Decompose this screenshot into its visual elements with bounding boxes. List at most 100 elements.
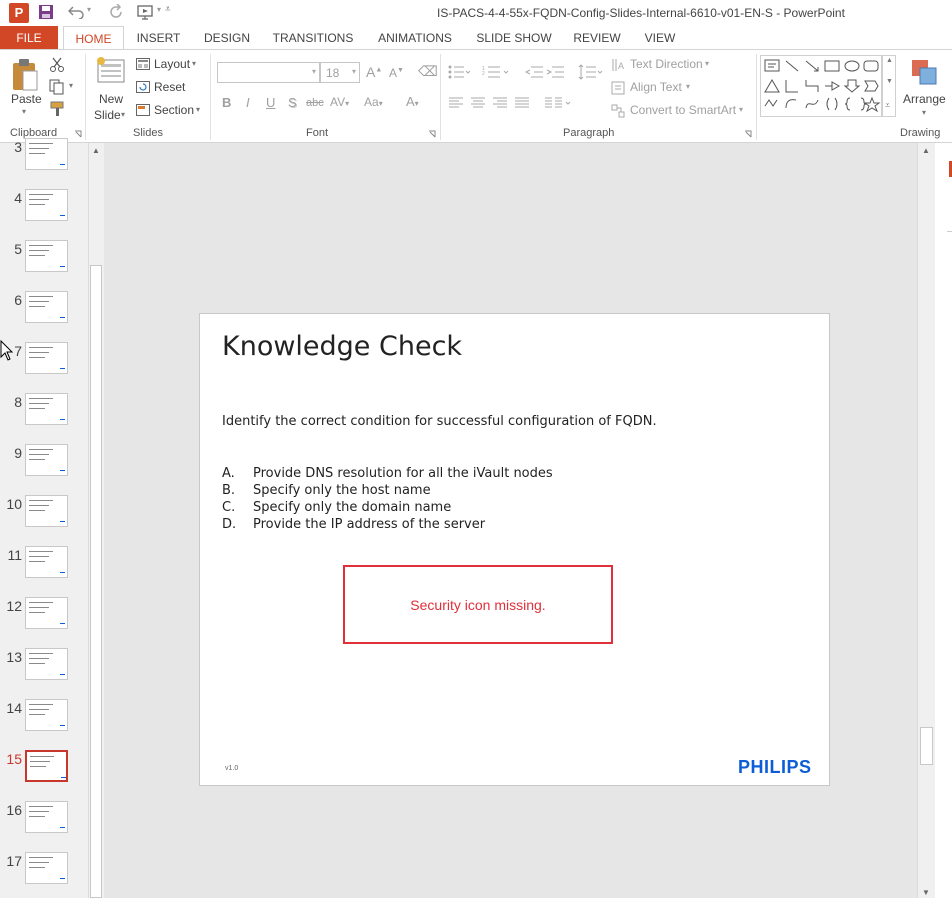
arrange-icon[interactable] (910, 58, 940, 90)
arrange-dropdown-icon[interactable]: ▾ (922, 108, 926, 117)
scroll-down-icon[interactable]: ▼ (922, 888, 930, 897)
slide-scrollbar[interactable]: ▲ ▼ (917, 143, 935, 898)
layout-button[interactable]: Layout (154, 57, 190, 71)
tab-file[interactable]: FILE (0, 26, 58, 50)
justify-icon[interactable] (514, 97, 530, 109)
slide-thumbnail[interactable] (25, 393, 68, 425)
convert-smartart-icon[interactable] (611, 104, 625, 118)
slide-thumbnail[interactable] (25, 801, 68, 833)
cut-icon[interactable] (49, 57, 65, 73)
redo-icon[interactable] (108, 4, 124, 20)
tab-design[interactable]: DESIGN (198, 26, 256, 50)
reset-icon[interactable] (136, 81, 150, 93)
change-case-icon[interactable]: Aa▾ (364, 95, 383, 109)
character-spacing-icon[interactable]: AV▾ (330, 95, 349, 109)
slide[interactable]: Knowledge Check Identify the correct con… (199, 313, 830, 786)
tab-home[interactable]: HOME (63, 26, 124, 51)
slide-thumbnail[interactable] (25, 189, 68, 221)
layout-icon[interactable] (136, 58, 150, 70)
layout-dropdown-icon[interactable]: ▾ (192, 59, 196, 68)
clear-formatting-icon[interactable]: ⌫ (418, 63, 438, 80)
paste-dropdown-icon[interactable]: ▾ (22, 107, 26, 116)
undo-icon[interactable] (68, 5, 84, 19)
shapes-gallery[interactable] (760, 55, 882, 117)
shapes-down-icon[interactable]: ▼ (886, 78, 893, 85)
security-warning-box[interactable]: Security icon missing. (343, 565, 613, 644)
paste-button[interactable]: Paste (11, 92, 42, 106)
options-list[interactable]: A. Provide DNS resolution for all the iVa… (222, 466, 553, 534)
qat-dropdown-icon[interactable]: ▾ (157, 5, 161, 14)
font-name-dropdown-icon[interactable]: ▾ (312, 67, 316, 76)
new-slide-icon[interactable] (95, 56, 127, 86)
font-launcher-icon[interactable] (428, 130, 436, 138)
line-spacing-icon[interactable] (578, 64, 604, 80)
slide-thumbnail[interactable] (25, 750, 68, 782)
scroll-up-icon[interactable]: ▲ (922, 146, 930, 155)
convert-smartart-button[interactable]: Convert to SmartArt (630, 103, 736, 117)
slide-thumbnail[interactable] (25, 648, 68, 680)
align-text-icon[interactable] (611, 81, 625, 95)
slide-thumbnail[interactable] (25, 291, 68, 323)
arrange-button[interactable]: Arrange (903, 92, 946, 106)
tab-animations[interactable]: ANIMATIONS (370, 26, 460, 50)
slide-thumbnail[interactable] (25, 546, 68, 578)
shapes-scroll[interactable]: ▲ ▼ ⩡ (882, 55, 896, 117)
font-name-combo[interactable]: ▾ (217, 62, 320, 83)
scroll-thumb[interactable] (90, 265, 102, 898)
slide-thumbnail[interactable] (25, 597, 68, 629)
copy-icon[interactable] (49, 79, 65, 95)
align-text-dropdown-icon[interactable]: ▾ (686, 82, 690, 91)
shapes-up-icon[interactable]: ▲ (886, 57, 893, 64)
slide-scroll-thumb[interactable] (920, 727, 933, 765)
shadow-icon[interactable]: S (288, 95, 297, 110)
convert-smartart-dropdown-icon[interactable]: ▾ (739, 105, 743, 114)
columns-icon[interactable] (544, 97, 572, 109)
slide-thumbnail[interactable] (25, 852, 68, 884)
slide-question[interactable]: Identify the correct condition for succe… (222, 414, 657, 429)
new-slide-button-line2[interactable]: Slide (94, 108, 121, 122)
scroll-up-icon[interactable]: ▲ (92, 146, 100, 155)
slide-thumbnail[interactable] (25, 240, 68, 272)
text-direction-button[interactable]: Text Direction (630, 57, 703, 71)
format-painter-icon[interactable] (49, 101, 65, 117)
undo-dropdown-icon[interactable]: ▾ (87, 5, 91, 14)
italic-icon[interactable]: I (246, 95, 250, 110)
increase-indent-icon[interactable] (546, 65, 564, 79)
slide-title[interactable]: Knowledge Check (222, 331, 462, 362)
bullets-icon[interactable] (448, 65, 470, 79)
tab-view[interactable]: VIEW (638, 26, 682, 50)
align-text-button[interactable]: Align Text (630, 80, 682, 94)
paragraph-launcher-icon[interactable] (744, 130, 752, 138)
copy-dropdown-icon[interactable]: ▾ (69, 81, 73, 90)
font-size-dropdown-icon[interactable]: ▾ (352, 67, 356, 76)
increase-font-size-icon[interactable]: A▲ (366, 64, 382, 80)
slide-thumbnail[interactable] (25, 699, 68, 731)
decrease-indent-icon[interactable] (525, 65, 543, 79)
reset-button[interactable]: Reset (154, 80, 185, 94)
font-color-icon[interactable]: A▾ (406, 94, 419, 109)
slide-thumbnail[interactable] (25, 342, 68, 374)
shapes-more-icon[interactable]: ⩡ (885, 100, 890, 111)
section-dropdown-icon[interactable]: ▾ (196, 105, 200, 114)
align-right-icon[interactable] (492, 97, 508, 109)
text-direction-dropdown-icon[interactable]: ▾ (705, 59, 709, 68)
customize-qat-icon[interactable]: ⩡ (165, 4, 171, 15)
decrease-font-size-icon[interactable]: A▼ (389, 66, 404, 80)
powerpoint-logo-icon[interactable]: P (9, 3, 29, 23)
tab-slide-show[interactable]: SLIDE SHOW (472, 26, 556, 50)
thumbnail-scrollbar[interactable]: ▲ (88, 143, 104, 898)
slide-thumbnail[interactable] (25, 444, 68, 476)
numbering-icon[interactable]: 12 (482, 65, 510, 79)
new-slide-dropdown-icon[interactable]: ▾ (121, 110, 125, 119)
underline-icon[interactable]: U (266, 95, 275, 110)
bold-icon[interactable]: B (222, 95, 231, 110)
tab-insert[interactable]: INSERT (131, 26, 186, 50)
slide-thumbnail[interactable] (25, 495, 68, 527)
clipboard-launcher-icon[interactable] (74, 130, 82, 138)
align-left-icon[interactable] (448, 97, 464, 109)
new-slide-button[interactable]: New (99, 92, 123, 106)
start-from-beginning-icon[interactable] (137, 4, 155, 20)
section-icon[interactable] (136, 104, 150, 116)
align-center-icon[interactable] (470, 97, 486, 109)
slide-thumbnail[interactable] (25, 138, 68, 170)
